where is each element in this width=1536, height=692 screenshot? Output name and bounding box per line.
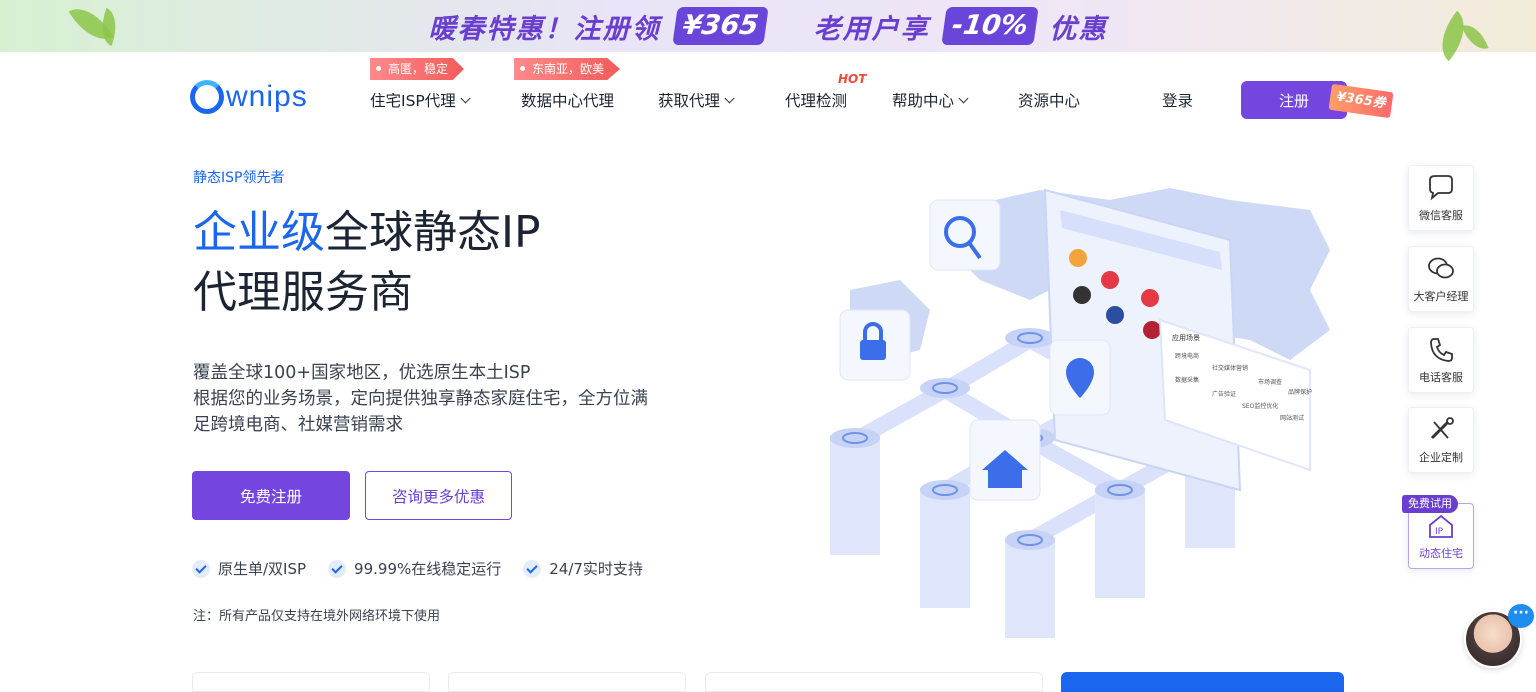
nav-label: 资源中心 bbox=[1018, 92, 1081, 110]
hero-title-line2: 代理服务商 bbox=[193, 267, 413, 318]
promo-badge-amount: ¥365 bbox=[671, 7, 769, 45]
hot-badge: HOT bbox=[838, 72, 867, 86]
nav-tag-datacenter: 东南亚，欧美 bbox=[514, 58, 621, 80]
search-globe-card bbox=[929, 199, 1001, 271]
feature-label: 24/7实时支持 bbox=[549, 560, 643, 578]
leaf-decoration-right-2 bbox=[1461, 19, 1489, 55]
nav-resource-center[interactable]: 资源中心 bbox=[1018, 89, 1080, 111]
logo[interactable]: wnips bbox=[190, 80, 308, 114]
bottom-card bbox=[705, 672, 1043, 692]
nav-datacenter-proxy[interactable]: 数据中心代理 bbox=[521, 89, 614, 111]
logo-text: wnips bbox=[226, 80, 308, 113]
nav-label: 获取代理 bbox=[658, 92, 721, 110]
side-label: 大客户经理 bbox=[1413, 289, 1469, 303]
panel-title: 应用场景 bbox=[1172, 333, 1200, 342]
promo-badge-discount: -10% bbox=[940, 7, 1039, 45]
usage-note: 注：所有产品仅支持在境外网络环境下使用 bbox=[193, 609, 441, 624]
side-wechat-service[interactable]: 微信客服 bbox=[1408, 165, 1474, 231]
panel-tag: 跨境电商 bbox=[1175, 352, 1199, 360]
feature-label: 原生单/双ISP bbox=[218, 560, 307, 578]
hero-title: 企业级全球静态IP 代理服务商 bbox=[193, 203, 541, 323]
chevron-down-icon bbox=[724, 93, 735, 103]
feature-label: 99.99%在线稳定运行 bbox=[354, 560, 502, 578]
nav-get-proxy[interactable]: 获取代理 bbox=[658, 89, 735, 111]
promo-text-1: 暖春特惠！注册领 bbox=[428, 13, 661, 45]
panel-tag: 广告验证 bbox=[1212, 390, 1236, 398]
promo-banner[interactable]: 暖春特惠！注册领 ¥365 老用户享 -10% 优惠 bbox=[0, 0, 1536, 62]
nav-label: 代理检测 bbox=[785, 92, 848, 110]
side-label: 微信客服 bbox=[1419, 208, 1463, 222]
home-card bbox=[969, 419, 1041, 501]
feature-item: 24/7实时支持 bbox=[523, 558, 643, 579]
feature-list: 原生单/双ISP 99.99%在线稳定运行 24/7实时支持 bbox=[192, 558, 643, 579]
feature-item: 原生单/双ISP bbox=[192, 558, 306, 579]
nav-tag-residential: 高匿，稳定 bbox=[370, 58, 465, 80]
tools-icon bbox=[1430, 416, 1454, 439]
panel-tag: 数据采集 bbox=[1175, 376, 1199, 384]
location-card bbox=[1049, 339, 1111, 416]
promo-text-2: 老用户享 bbox=[813, 13, 930, 45]
side-label: 企业定制 bbox=[1419, 450, 1463, 464]
bottom-card bbox=[192, 672, 430, 692]
nav-label: 帮助中心 bbox=[892, 92, 955, 110]
svg-text:IP: IP bbox=[1435, 527, 1444, 537]
nav-label: 数据中心代理 bbox=[521, 92, 615, 110]
check-icon bbox=[328, 559, 347, 578]
nav-residential-isp[interactable]: 住宅ISP代理 bbox=[370, 89, 471, 111]
feature-item: 99.99%在线稳定运行 bbox=[328, 558, 501, 579]
login-link[interactable]: 登录 bbox=[1162, 89, 1193, 111]
chat-dots-icon[interactable]: ··· bbox=[1508, 604, 1534, 628]
hero-title-rest: 全球静态IP bbox=[325, 207, 541, 258]
panel-tag: 网站测试 bbox=[1280, 414, 1304, 422]
chevron-down-icon bbox=[958, 93, 969, 103]
site-header: wnips 高匿，稳定 住宅ISP代理 东南亚，欧美 数据中心代理 获取代理 H… bbox=[0, 52, 1536, 148]
hero-title-accent: 企业级 bbox=[193, 207, 325, 258]
chat-icon bbox=[1429, 174, 1453, 200]
side-label: 动态住宅 bbox=[1419, 546, 1463, 560]
side-label: 电话客服 bbox=[1419, 370, 1463, 384]
promo-text-3: 优惠 bbox=[1049, 13, 1108, 45]
panel-tag: 市场调查 bbox=[1258, 378, 1282, 386]
panel-tag: 品牌保护 bbox=[1288, 388, 1312, 396]
side-phone-service[interactable]: 电话客服 bbox=[1408, 327, 1474, 393]
logo-mark-icon bbox=[190, 80, 224, 114]
free-register-button[interactable]: 免费注册 bbox=[192, 471, 350, 520]
hero-kicker: 静态ISP领先者 bbox=[193, 170, 285, 186]
nav-help-center[interactable]: 帮助中心 bbox=[892, 89, 969, 111]
phone-icon bbox=[1430, 337, 1453, 362]
bottom-card-highlight bbox=[1061, 672, 1344, 692]
consult-offers-button[interactable]: 咨询更多优惠 bbox=[365, 471, 512, 520]
nav-label: 住宅ISP代理 bbox=[370, 92, 456, 110]
ip-home-icon: IP bbox=[1429, 514, 1453, 538]
hero-desc-line2: 根据您的业务场景，定向提供独享静态家庭住宅，全方位满足跨境电商、社媒营销需求 bbox=[193, 389, 648, 435]
bottom-card bbox=[448, 672, 686, 692]
side-account-manager[interactable]: 大客户经理 bbox=[1408, 246, 1474, 312]
side-enterprise-custom[interactable]: 企业定制 bbox=[1408, 407, 1474, 473]
chevron-down-icon bbox=[460, 93, 471, 103]
wechat-icon bbox=[1428, 257, 1454, 278]
check-icon bbox=[192, 559, 210, 578]
hero-description: 覆盖全球100+国家地区，优选原生本土ISP 根据您的业务场景，定向提供独享静态… bbox=[193, 360, 653, 438]
free-trial-tag: 免费试用 bbox=[1402, 495, 1458, 513]
panel-tag: SEO监控优化 bbox=[1242, 402, 1278, 410]
hero-desc-line1: 覆盖全球100+国家地区，优选原生本土ISP bbox=[193, 363, 531, 383]
check-icon bbox=[523, 559, 542, 578]
lock-card bbox=[839, 309, 911, 381]
panel-tag: 社交媒体营销 bbox=[1212, 364, 1248, 372]
hero-illustration: 应用场景 跨境电商 社交媒体营销 市场调查 品牌保护 数据采集 广告验证 SEO… bbox=[830, 188, 1330, 638]
nav-proxy-check[interactable]: 代理检测 bbox=[785, 89, 847, 111]
